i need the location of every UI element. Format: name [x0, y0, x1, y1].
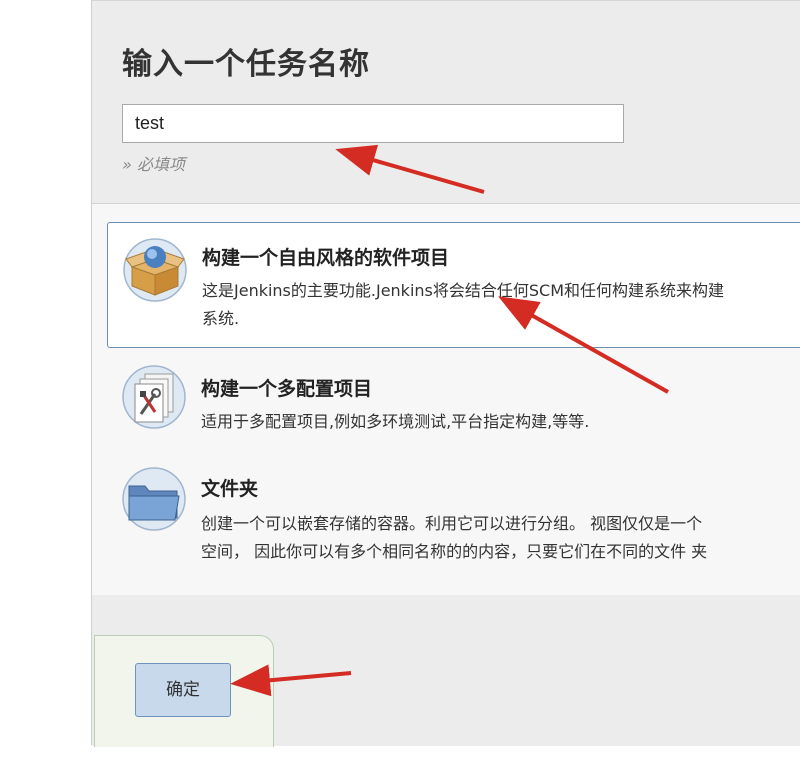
arrow-to-freestyle — [498, 296, 669, 394]
arrow-to-ok — [230, 664, 352, 697]
arrow-to-input — [335, 144, 485, 194]
annotation-arrows — [230, 144, 669, 697]
